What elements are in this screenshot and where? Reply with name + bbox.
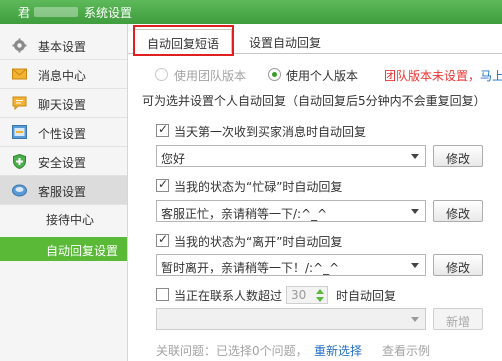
add-button-contact-count[interactable]: 新增	[433, 308, 483, 330]
sidebar-item-label: 个性设置	[38, 127, 87, 141]
sidebar-item-label: 聊天设置	[38, 98, 87, 112]
sidebar-item-label: 安全设置	[38, 156, 87, 170]
radio-personal-version-label: 使用个人版本	[286, 69, 359, 83]
sidebar-item-chat-settings[interactable]: 聊天设置	[0, 89, 127, 118]
sidebar-subitem-reception-center[interactable]: 接待中心	[0, 206, 127, 230]
chevron-down-icon	[411, 263, 419, 268]
radio-team-version-label: 使用团队版本	[174, 69, 247, 83]
tab-label: 设置自动回复	[248, 36, 321, 50]
chevron-down-icon	[411, 154, 419, 159]
radio-team-version[interactable]	[155, 68, 168, 81]
sidebar-subitem-label: 接待中心	[46, 213, 95, 227]
contact-count-stepper[interactable]: 30	[286, 286, 328, 304]
select-away-reply[interactable]: 暂时离开，亲请稍等一下！/:^_^	[156, 254, 426, 276]
checkbox-away-status[interactable]	[156, 232, 169, 247]
select-first-message-reply[interactable]: 您好	[156, 145, 426, 167]
tab-label: 自动回复短语	[146, 37, 219, 51]
select-value: 您好	[161, 152, 186, 166]
button-label: 修改	[445, 152, 470, 166]
select-contact-count-reply[interactable]	[156, 308, 426, 330]
sidebar-subitem-label: 自动回复设置	[46, 244, 119, 258]
stepper-value: 30	[291, 288, 307, 302]
app-name: 君	[18, 6, 31, 20]
team-version-notice: 团队版本未设置，	[384, 69, 481, 83]
rule-contact-count-suffix: 时自动回复	[336, 289, 397, 303]
modify-button-away[interactable]: 修改	[433, 254, 483, 276]
chevron-down-icon	[411, 209, 419, 214]
select-value: 客服正忙，亲请稍等一下/:^_^	[161, 207, 328, 221]
sidebar-item-label: 客服设置	[38, 185, 87, 199]
description-text: 可为选并设置个人自动回复（自动回复后5分钟内不会重复回复）	[142, 94, 486, 108]
stepper-up-icon[interactable]	[316, 289, 324, 294]
sidebar-subitem-auto-reply-settings[interactable]: 自动回复设置	[0, 237, 127, 261]
view-example-link[interactable]: 查看示例	[382, 342, 430, 359]
sidebar-item-security[interactable]: 安全设置	[0, 147, 127, 176]
stepper-down-icon[interactable]	[316, 297, 324, 302]
select-busy-reply[interactable]: 客服正忙，亲请稍等一下/:^_^	[156, 200, 426, 222]
sidebar-item-basic-settings[interactable]: 基本设置	[0, 31, 127, 60]
rule-away-status-label: 当我的状态为“离开”时自动回复	[174, 235, 343, 249]
title-bar: 君 系统设置	[0, 0, 502, 24]
rule-contact-count-prefix: 当正在联系人数超过	[174, 289, 283, 303]
blurred-username	[34, 7, 78, 17]
sidebar-item-message-center[interactable]: 消息中心	[0, 60, 127, 89]
radio-personal-version[interactable]	[268, 68, 281, 81]
shield-icon	[12, 153, 27, 170]
tab-bar: 自动回复短语 设置自动回复	[128, 24, 502, 54]
rule-busy-status-label: 当我的状态为“忙碌”时自动回复	[174, 180, 343, 194]
rule-first-message-label: 当天第一次收到买家消息时自动回复	[174, 125, 367, 139]
envelope-icon	[12, 67, 27, 81]
sidebar-item-personalize[interactable]: 个性设置	[0, 118, 127, 147]
auto-reply-panel: 使用团队版本 使用个人版本 团队版本未设置， 马上 可为选并设置个人自动回复（自…	[128, 55, 502, 361]
modify-button-first-message[interactable]: 修改	[433, 145, 483, 167]
window-title: 系统设置	[84, 6, 133, 20]
gear-icon	[12, 38, 27, 53]
button-label: 修改	[445, 261, 470, 275]
modify-button-busy[interactable]: 修改	[433, 200, 483, 222]
sidebar-item-label: 基本设置	[38, 40, 87, 54]
checkbox-first-message[interactable]	[156, 122, 169, 137]
sidebar-item-label: 消息中心	[38, 69, 87, 83]
sidebar: 基本设置 消息中心 聊天设置 个性设置 安全设置 客服设置 接待中心 自动回复设…	[0, 24, 128, 361]
team-setup-link[interactable]: 马上	[480, 67, 502, 84]
button-label: 修改	[445, 207, 470, 221]
personalize-icon	[12, 125, 27, 139]
tab-auto-reply-phrases[interactable]: 自动回复短语	[134, 29, 232, 54]
related-questions-label: 关联问题：已选择0个问题，	[156, 344, 308, 358]
button-label: 新增	[445, 315, 470, 329]
headset-icon	[12, 183, 27, 197]
chat-bubble-icon	[12, 96, 27, 111]
reselect-link[interactable]: 重新选择	[314, 342, 362, 359]
sidebar-item-customer-service[interactable]: 客服设置	[0, 176, 127, 205]
select-value: 暂时离开，亲请稍等一下！/:^_^	[161, 261, 340, 275]
chevron-down-icon	[411, 317, 419, 322]
tab-set-auto-reply[interactable]: 设置自动回复	[236, 29, 334, 54]
checkbox-contact-count[interactable]	[156, 288, 169, 301]
checkbox-busy-status[interactable]	[156, 177, 169, 192]
